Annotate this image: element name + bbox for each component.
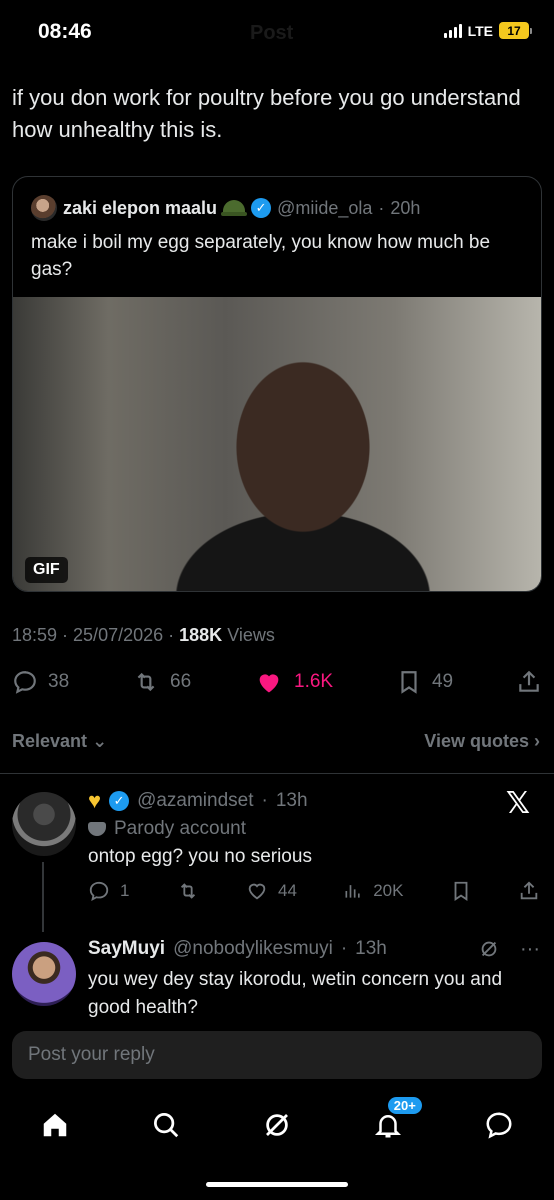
grok-icon[interactable] bbox=[478, 938, 500, 960]
tab-grok[interactable] bbox=[257, 1105, 297, 1145]
share-button[interactable] bbox=[516, 669, 542, 695]
status-indicators: LTE 17 bbox=[443, 22, 532, 39]
tab-notifications[interactable]: 20+ bbox=[368, 1097, 422, 1145]
quote-time: 20h bbox=[390, 197, 421, 218]
reply-author-handle[interactable]: @azamindset bbox=[137, 790, 253, 812]
chevron-down-icon: ⌄ bbox=[92, 731, 108, 751]
parody-text: Parody account bbox=[114, 818, 247, 839]
more-icon[interactable]: ··· bbox=[520, 938, 540, 961]
reply-header: SayMuyi @nobodylikesmuyi · 13h bbox=[88, 938, 387, 960]
reply-time: 13h bbox=[275, 790, 308, 811]
like-button[interactable]: 44 bbox=[246, 880, 297, 902]
status-time: 08:46 bbox=[38, 20, 92, 43]
post-timestamp: 18:59 · 25/07/2026 · bbox=[12, 625, 175, 645]
reply-text: you wey dey stay ikorodu, wetin concern … bbox=[88, 969, 503, 1018]
views-label: Views bbox=[227, 625, 275, 645]
battery-icon: 17 bbox=[499, 22, 532, 39]
bookmark-icon bbox=[401, 671, 417, 694]
post-text: if you don work for poultry before you g… bbox=[12, 85, 521, 142]
reply-button[interactable]: 1 bbox=[88, 880, 129, 902]
military-helmet-emoji-icon bbox=[221, 200, 248, 216]
reply-icon bbox=[89, 881, 109, 901]
gif-badge: GIF bbox=[25, 557, 68, 583]
quote-avatar bbox=[31, 195, 57, 221]
mask-icon bbox=[88, 822, 106, 836]
view-quotes-link[interactable]: View quotes › bbox=[424, 731, 540, 752]
quote-text: make i boil my egg separately, you know … bbox=[31, 232, 491, 280]
parody-label: Parody account bbox=[88, 818, 246, 840]
quote-author-handle: @miide_ola bbox=[277, 197, 373, 218]
home-indicator bbox=[206, 1182, 348, 1187]
verified-badge-icon: ✓ bbox=[109, 791, 130, 811]
heart-icon bbox=[259, 674, 279, 693]
divider bbox=[0, 773, 554, 774]
bookmark-count: 49 bbox=[431, 671, 454, 692]
quoted-post[interactable]: zaki elepon maalu ✓ @miide_ola · 20h mak… bbox=[12, 176, 542, 592]
battery-level: 17 bbox=[499, 22, 529, 39]
reply-button[interactable]: 38 bbox=[12, 669, 69, 695]
repost-count: 66 bbox=[170, 671, 192, 692]
bell-icon bbox=[374, 1115, 401, 1138]
reply-author-name[interactable]: SayMuyi bbox=[88, 938, 165, 960]
reply-count: 38 bbox=[48, 671, 70, 692]
sort-dropdown[interactable]: Relevant ⌄ bbox=[12, 731, 107, 752]
avatar[interactable] bbox=[12, 942, 76, 1006]
reply-input[interactable]: Post your reply bbox=[12, 1031, 542, 1079]
tab-search[interactable] bbox=[146, 1105, 186, 1145]
bookmark-icon bbox=[454, 881, 468, 901]
share-button[interactable] bbox=[518, 880, 540, 902]
heart-icon bbox=[248, 883, 266, 900]
reply-actions: 1 44 20K bbox=[88, 880, 540, 902]
views-icon bbox=[345, 885, 360, 898]
reply-header: ♥ ✓ @azamindset · 13h bbox=[88, 788, 308, 813]
grok-icon bbox=[266, 1114, 288, 1136]
post-actions: 38 66 1.6K 49 bbox=[12, 668, 542, 696]
tab-home[interactable] bbox=[35, 1105, 75, 1145]
like-count: 1.6K bbox=[294, 671, 334, 692]
reply-time: 13h bbox=[355, 938, 387, 959]
repost-icon bbox=[180, 883, 195, 899]
signal-icon bbox=[443, 23, 462, 38]
x-logo-icon: 𝕏 bbox=[505, 787, 530, 820]
like-count: 44 bbox=[278, 881, 297, 900]
thread-line bbox=[42, 862, 44, 932]
verified-badge-icon: ✓ bbox=[251, 198, 272, 218]
share-icon bbox=[519, 670, 539, 692]
reply-author-handle[interactable]: @nobodylikesmuyi bbox=[173, 938, 333, 960]
chevron-right-icon: › bbox=[534, 731, 540, 751]
bottom-navigation: 20+ bbox=[0, 1097, 554, 1152]
status-ghost-title: Post bbox=[250, 22, 294, 44]
yellow-heart-emoji-icon: ♥ bbox=[88, 788, 102, 813]
repost-icon bbox=[137, 672, 155, 692]
reply-tools: ··· bbox=[478, 938, 540, 961]
sort-label: Relevant bbox=[12, 731, 88, 751]
reply-icon bbox=[14, 671, 36, 694]
avatar[interactable] bbox=[12, 792, 76, 856]
repost-button[interactable] bbox=[176, 880, 200, 902]
view-quotes-label: View quotes bbox=[424, 731, 529, 751]
tab-messages[interactable] bbox=[479, 1105, 519, 1145]
like-button[interactable]: 1.6K bbox=[254, 668, 333, 696]
status-bar: 08:46 Post LTE 17 bbox=[0, 0, 554, 66]
views-count: 188K bbox=[179, 625, 223, 645]
share-icon bbox=[520, 881, 538, 900]
views-button[interactable]: 20K bbox=[343, 881, 403, 901]
quote-author-name: zaki elepon maalu bbox=[63, 197, 218, 218]
post-meta: 18:59 · 25/07/2026 · 188K Views bbox=[12, 625, 275, 646]
gif-media[interactable] bbox=[13, 297, 541, 591]
reply-text: ontop egg? you no serious bbox=[88, 846, 312, 867]
home-icon bbox=[44, 1113, 67, 1137]
repost-button[interactable]: 66 bbox=[132, 669, 191, 695]
views-count: 20K bbox=[373, 881, 404, 900]
messages-icon bbox=[486, 1112, 512, 1139]
bookmark-button[interactable] bbox=[450, 880, 472, 902]
quote-header: zaki elepon maalu ✓ @miide_ola · 20h bbox=[31, 195, 420, 221]
network-type: LTE bbox=[467, 22, 493, 39]
bookmark-button[interactable]: 49 bbox=[396, 669, 453, 695]
search-icon bbox=[154, 1113, 179, 1138]
reply-count: 1 bbox=[120, 881, 130, 900]
notifications-badge: 20+ bbox=[387, 1097, 422, 1114]
